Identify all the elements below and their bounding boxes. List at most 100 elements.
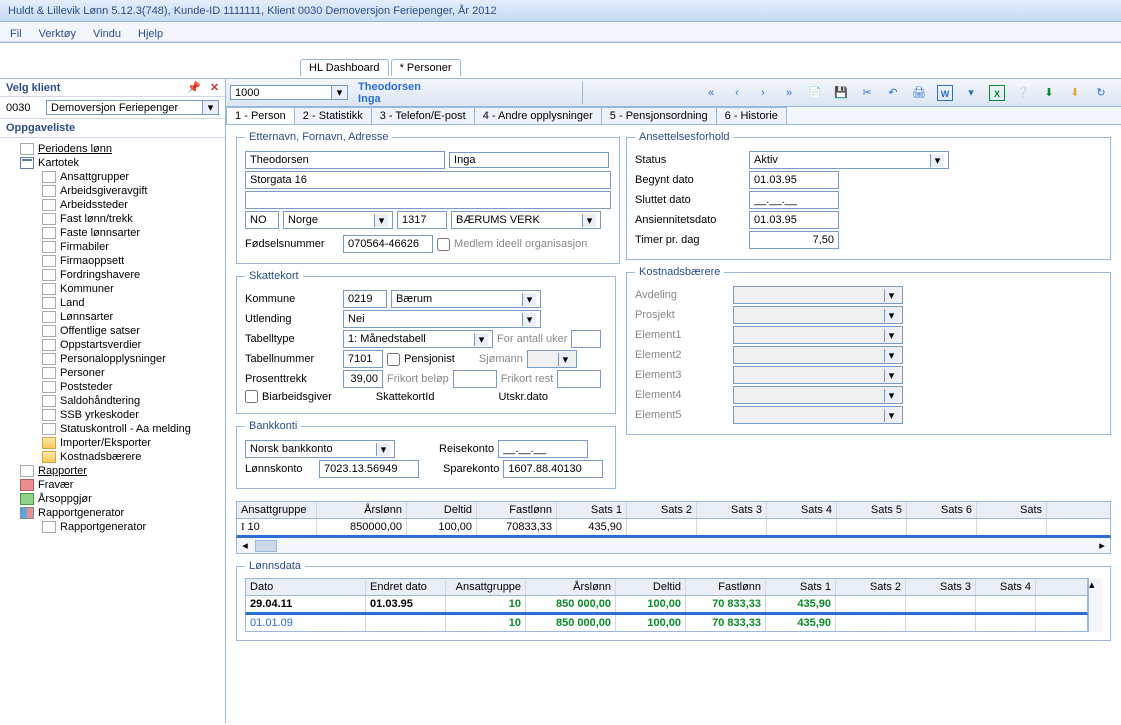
pensjonist-checkbox[interactable] <box>387 353 400 366</box>
tree-item[interactable]: Faste lønnsarter <box>6 226 219 240</box>
menu-help[interactable]: Hjelp <box>138 28 163 40</box>
tree-periodens-lonn[interactable]: Periodens lønn <box>6 142 219 156</box>
tabelltype-value[interactable]: 1: Månedstabell <box>348 333 426 345</box>
dropdown-icon[interactable]: ▾ <box>522 293 536 306</box>
dropdown-icon[interactable]: ▾ <box>474 333 488 346</box>
refresh-icon[interactable]: ↻ <box>1093 85 1109 101</box>
subtab[interactable]: 1 - Person <box>226 107 295 124</box>
kommune-name[interactable]: Bærum <box>396 293 432 305</box>
prev-icon[interactable]: ‹ <box>729 85 745 101</box>
kost-select[interactable]: ▾ <box>733 346 903 364</box>
tree-item[interactable]: Fordringshavere <box>6 268 219 282</box>
biarbeidsgiver-checkbox[interactable] <box>245 390 258 403</box>
bank-type[interactable]: Norsk bankkonto <box>250 443 333 455</box>
tree-item[interactable]: Offentlige satser <box>6 324 219 338</box>
sluttet-input[interactable] <box>749 191 839 209</box>
tree-item[interactable]: Arbeidssteder <box>6 198 219 212</box>
tree-item[interactable]: Kostnadsbærere <box>6 450 219 464</box>
tree-item[interactable]: Fast lønn/trekk <box>6 212 219 226</box>
tree-rapportgenerator-item[interactable]: Rapportgenerator <box>6 520 219 534</box>
medlem-ideell-checkbox[interactable] <box>437 238 450 251</box>
save-icon[interactable]: 💾 <box>833 85 849 101</box>
help-icon[interactable]: ❔ <box>1015 85 1031 101</box>
country-name[interactable]: Norge <box>288 214 318 226</box>
tab-dashboard[interactable]: HL Dashboard <box>300 59 389 76</box>
tree-item[interactable]: Ansattgrupper <box>6 170 219 184</box>
address2-input[interactable] <box>245 191 611 209</box>
down-icon[interactable]: ▾ <box>963 85 979 101</box>
vscrollbar[interactable]: ▴ <box>1088 578 1102 632</box>
kost-select[interactable]: ▾ <box>733 406 903 424</box>
next-icon[interactable]: › <box>755 85 771 101</box>
menu-file[interactable]: Fil <box>10 28 22 40</box>
tree-item[interactable]: Saldohåndtering <box>6 394 219 408</box>
subtab[interactable]: 4 - Andre opplysninger <box>474 107 602 124</box>
record-id-input[interactable] <box>231 86 331 99</box>
dropdown-icon[interactable]: ▾ <box>930 154 944 167</box>
dropdown-icon[interactable]: ▾ <box>374 214 388 227</box>
dropdown-icon[interactable]: ▾ <box>202 101 218 114</box>
cut-icon[interactable]: ✂ <box>859 85 875 101</box>
postcode-input[interactable] <box>397 211 447 229</box>
sparekonto-input[interactable] <box>503 460 603 478</box>
last-icon[interactable]: » <box>781 85 797 101</box>
lonnskonto-input[interactable] <box>319 460 419 478</box>
subtab[interactable]: 5 - Pensjonsordning <box>601 107 717 124</box>
tree-item[interactable]: Kommuner <box>6 282 219 296</box>
record-id-selector[interactable]: ▾ <box>230 85 348 100</box>
subtab[interactable]: 3 - Telefon/E-post <box>371 107 475 124</box>
kost-select[interactable]: ▾ <box>733 326 903 344</box>
tree-item[interactable]: Personer <box>6 366 219 380</box>
ansiennitet-input[interactable] <box>749 211 839 229</box>
tree-item[interactable]: Arbeidsgiveravgift <box>6 184 219 198</box>
export-icon[interactable]: ⬇ <box>1041 85 1057 101</box>
first-icon[interactable]: « <box>703 85 719 101</box>
tree-arsoppgjor[interactable]: Årsoppgjør <box>6 492 219 506</box>
dropdown-icon[interactable]: ▾ <box>376 443 390 456</box>
word-icon[interactable]: W <box>937 85 953 101</box>
tree-kartotek[interactable]: Kartotek <box>6 156 219 170</box>
address-input[interactable] <box>245 171 611 189</box>
kommune-code-input[interactable] <box>343 290 387 308</box>
dropdown-icon[interactable]: ▾ <box>582 214 596 227</box>
begynt-input[interactable] <box>749 171 839 189</box>
tree-item[interactable]: SSB yrkeskoder <box>6 408 219 422</box>
kost-select[interactable]: ▾ <box>733 286 903 304</box>
undo-icon[interactable]: ↶ <box>885 85 901 101</box>
klient-code-input[interactable] <box>6 100 42 115</box>
tree-item[interactable]: Land <box>6 296 219 310</box>
tree-rapportgenerator[interactable]: Rapportgenerator <box>6 506 219 520</box>
dropdown-icon[interactable]: ▾ <box>331 86 347 99</box>
tree-item[interactable]: Oppstartsverdier <box>6 338 219 352</box>
new-icon[interactable]: 📄 <box>807 85 823 101</box>
fodselsnr-input[interactable] <box>343 235 433 253</box>
menu-window[interactable]: Vindu <box>93 28 121 40</box>
tab-personer[interactable]: * Personer <box>391 59 461 76</box>
tree-rapporter[interactable]: Rapporter <box>6 464 219 478</box>
tree-item[interactable]: Firmaoppsett <box>6 254 219 268</box>
import-icon[interactable]: ⬇ <box>1067 85 1083 101</box>
kost-select[interactable]: ▾ <box>733 386 903 404</box>
utlending-value[interactable]: Nei <box>348 313 365 325</box>
tree-item[interactable]: Firmabiler <box>6 240 219 254</box>
tree-item[interactable]: Poststeder <box>6 380 219 394</box>
tree-item[interactable]: Statuskontroll - Aa melding <box>6 422 219 436</box>
menu-tools[interactable]: Verktøy <box>39 28 76 40</box>
pin-icon[interactable]: 📌 <box>187 82 201 94</box>
excel-icon[interactable]: X <box>989 85 1005 101</box>
print-icon[interactable]: 🖨 <box>911 85 927 101</box>
dropdown-icon[interactable]: ▾ <box>522 313 536 326</box>
country-code-input[interactable] <box>245 211 279 229</box>
prosenttrekk-input[interactable] <box>343 370 383 388</box>
timer-input[interactable] <box>749 231 839 249</box>
subtab[interactable]: 6 - Historie <box>716 107 787 124</box>
tree-item[interactable]: Lønnsarter <box>6 310 219 324</box>
tree-item[interactable]: Importer/Eksporter <box>6 436 219 450</box>
tree-fravaer[interactable]: Fravær <box>6 478 219 492</box>
close-icon[interactable]: ✕ <box>210 82 219 94</box>
klient-name-input[interactable] <box>47 101 202 114</box>
lastname-input[interactable] <box>245 151 445 169</box>
tabellnummer-input[interactable] <box>343 350 383 368</box>
kost-select[interactable]: ▾ <box>733 366 903 384</box>
status-value[interactable]: Aktiv <box>754 154 778 166</box>
